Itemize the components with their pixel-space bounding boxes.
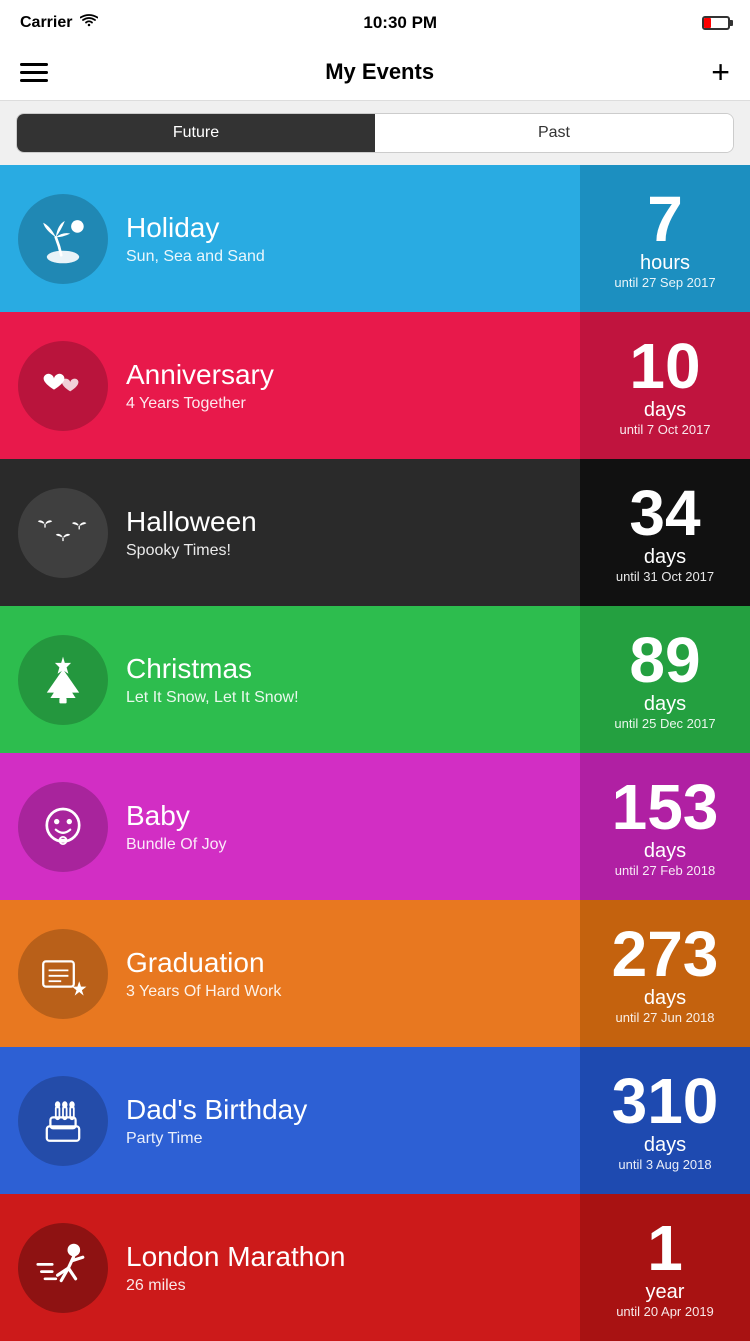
event-countdown-baby: 153 days until 27 Feb 2018 [580, 753, 750, 900]
event-text-birthday: Dad's Birthday Party Time [126, 1094, 562, 1148]
event-title-holiday: Holiday [126, 212, 562, 244]
event-text-marathon: London Marathon 26 miles [126, 1241, 562, 1295]
event-left-graduation: Graduation 3 Years Of Hard Work [0, 900, 580, 1047]
event-text-holiday: Holiday Sun, Sea and Sand [126, 212, 562, 266]
status-bar: Carrier 10:30 PM [0, 0, 750, 44]
event-icon-anniversary [18, 341, 108, 431]
event-until-graduation: until 27 Jun 2018 [615, 1010, 714, 1025]
event-title-christmas: Christmas [126, 653, 562, 685]
event-subtitle-graduation: 3 Years Of Hard Work [126, 983, 562, 1001]
event-count-holiday: 7 [647, 187, 683, 251]
event-until-birthday: until 3 Aug 2018 [618, 1157, 711, 1172]
event-subtitle-halloween: Spooky Times! [126, 542, 562, 560]
event-title-graduation: Graduation [126, 947, 562, 979]
event-count-christmas: 89 [629, 628, 700, 692]
event-subtitle-holiday: Sun, Sea and Sand [126, 248, 562, 266]
segment-future[interactable]: Future [17, 114, 375, 152]
event-unit-birthday: days [644, 1133, 686, 1157]
event-text-christmas: Christmas Let It Snow, Let It Snow! [126, 653, 562, 707]
event-card-christmas[interactable]: Christmas Let It Snow, Let It Snow! 89 d… [0, 606, 750, 753]
hamburger-line-3 [20, 79, 48, 82]
battery-fill [704, 18, 711, 28]
event-left-halloween: Halloween Spooky Times! [0, 459, 580, 606]
event-icon-baby [18, 782, 108, 872]
carrier-label: Carrier [20, 14, 72, 32]
battery-icon [702, 16, 730, 30]
event-unit-marathon: year [646, 1280, 685, 1304]
event-unit-christmas: days [644, 692, 686, 716]
event-subtitle-christmas: Let It Snow, Let It Snow! [126, 689, 562, 707]
event-count-birthday: 310 [612, 1069, 719, 1133]
event-count-anniversary: 10 [629, 334, 700, 398]
event-left-marathon: London Marathon 26 miles [0, 1194, 580, 1341]
battery-indicator [702, 16, 730, 30]
hamburger-line-1 [20, 63, 48, 66]
menu-button[interactable] [20, 63, 48, 82]
event-left-baby: Baby Bundle Of Joy [0, 753, 580, 900]
page-title: My Events [325, 59, 434, 85]
event-text-halloween: Halloween Spooky Times! [126, 506, 562, 560]
event-unit-graduation: days [644, 986, 686, 1010]
event-until-marathon: until 20 Apr 2019 [616, 1304, 714, 1319]
event-count-graduation: 273 [612, 922, 719, 986]
event-until-anniversary: until 7 Oct 2017 [619, 422, 710, 437]
event-card-anniversary[interactable]: Anniversary 4 Years Together 10 days unt… [0, 312, 750, 459]
event-card-baby[interactable]: Baby Bundle Of Joy 153 days until 27 Feb… [0, 753, 750, 900]
event-text-graduation: Graduation 3 Years Of Hard Work [126, 947, 562, 1001]
event-card-graduation[interactable]: Graduation 3 Years Of Hard Work 273 days… [0, 900, 750, 1047]
event-left-birthday: Dad's Birthday Party Time [0, 1047, 580, 1194]
event-subtitle-birthday: Party Time [126, 1130, 562, 1148]
segment-past[interactable]: Past [375, 114, 733, 152]
event-unit-holiday: hours [640, 251, 690, 275]
event-unit-halloween: days [644, 545, 686, 569]
event-countdown-birthday: 310 days until 3 Aug 2018 [580, 1047, 750, 1194]
nav-bar: My Events + [0, 44, 750, 101]
event-subtitle-marathon: 26 miles [126, 1277, 562, 1295]
event-until-holiday: until 27 Sep 2017 [614, 275, 715, 290]
event-until-christmas: until 25 Dec 2017 [614, 716, 715, 731]
event-card-holiday[interactable]: Holiday Sun, Sea and Sand 7 hours until … [0, 165, 750, 312]
event-countdown-christmas: 89 days until 25 Dec 2017 [580, 606, 750, 753]
event-count-halloween: 34 [629, 481, 700, 545]
event-countdown-anniversary: 10 days until 7 Oct 2017 [580, 312, 750, 459]
event-icon-halloween [18, 488, 108, 578]
wifi-icon [80, 14, 98, 33]
event-countdown-marathon: 1 year until 20 Apr 2019 [580, 1194, 750, 1341]
event-countdown-graduation: 273 days until 27 Jun 2018 [580, 900, 750, 1047]
event-until-baby: until 27 Feb 2018 [615, 863, 715, 878]
event-card-birthday[interactable]: Dad's Birthday Party Time 310 days until… [0, 1047, 750, 1194]
event-countdown-holiday: 7 hours until 27 Sep 2017 [580, 165, 750, 312]
event-title-anniversary: Anniversary [126, 359, 562, 391]
event-unit-anniversary: days [644, 398, 686, 422]
event-icon-marathon [18, 1223, 108, 1313]
event-left-anniversary: Anniversary 4 Years Together [0, 312, 580, 459]
event-unit-baby: days [644, 839, 686, 863]
carrier-info: Carrier [20, 14, 98, 33]
event-card-marathon[interactable]: London Marathon 26 miles 1 year until 20… [0, 1194, 750, 1341]
event-title-marathon: London Marathon [126, 1241, 562, 1273]
event-icon-christmas [18, 635, 108, 725]
hamburger-line-2 [20, 71, 48, 74]
event-title-birthday: Dad's Birthday [126, 1094, 562, 1126]
event-icon-holiday [18, 194, 108, 284]
event-subtitle-anniversary: 4 Years Together [126, 395, 562, 413]
events-list: Holiday Sun, Sea and Sand 7 hours until … [0, 165, 750, 1341]
add-event-button[interactable]: + [711, 56, 730, 88]
segment-control: Future Past [16, 113, 734, 153]
event-icon-birthday [18, 1076, 108, 1166]
event-card-halloween[interactable]: Halloween Spooky Times! 34 days until 31… [0, 459, 750, 606]
event-text-anniversary: Anniversary 4 Years Together [126, 359, 562, 413]
event-title-halloween: Halloween [126, 506, 562, 538]
event-until-halloween: until 31 Oct 2017 [616, 569, 714, 584]
status-time: 10:30 PM [363, 13, 437, 33]
event-left-holiday: Holiday Sun, Sea and Sand [0, 165, 580, 312]
event-icon-graduation [18, 929, 108, 1019]
event-subtitle-baby: Bundle Of Joy [126, 836, 562, 854]
event-title-baby: Baby [126, 800, 562, 832]
event-countdown-halloween: 34 days until 31 Oct 2017 [580, 459, 750, 606]
event-left-christmas: Christmas Let It Snow, Let It Snow! [0, 606, 580, 753]
event-count-baby: 153 [612, 775, 719, 839]
event-text-baby: Baby Bundle Of Joy [126, 800, 562, 854]
event-count-marathon: 1 [647, 1216, 683, 1280]
